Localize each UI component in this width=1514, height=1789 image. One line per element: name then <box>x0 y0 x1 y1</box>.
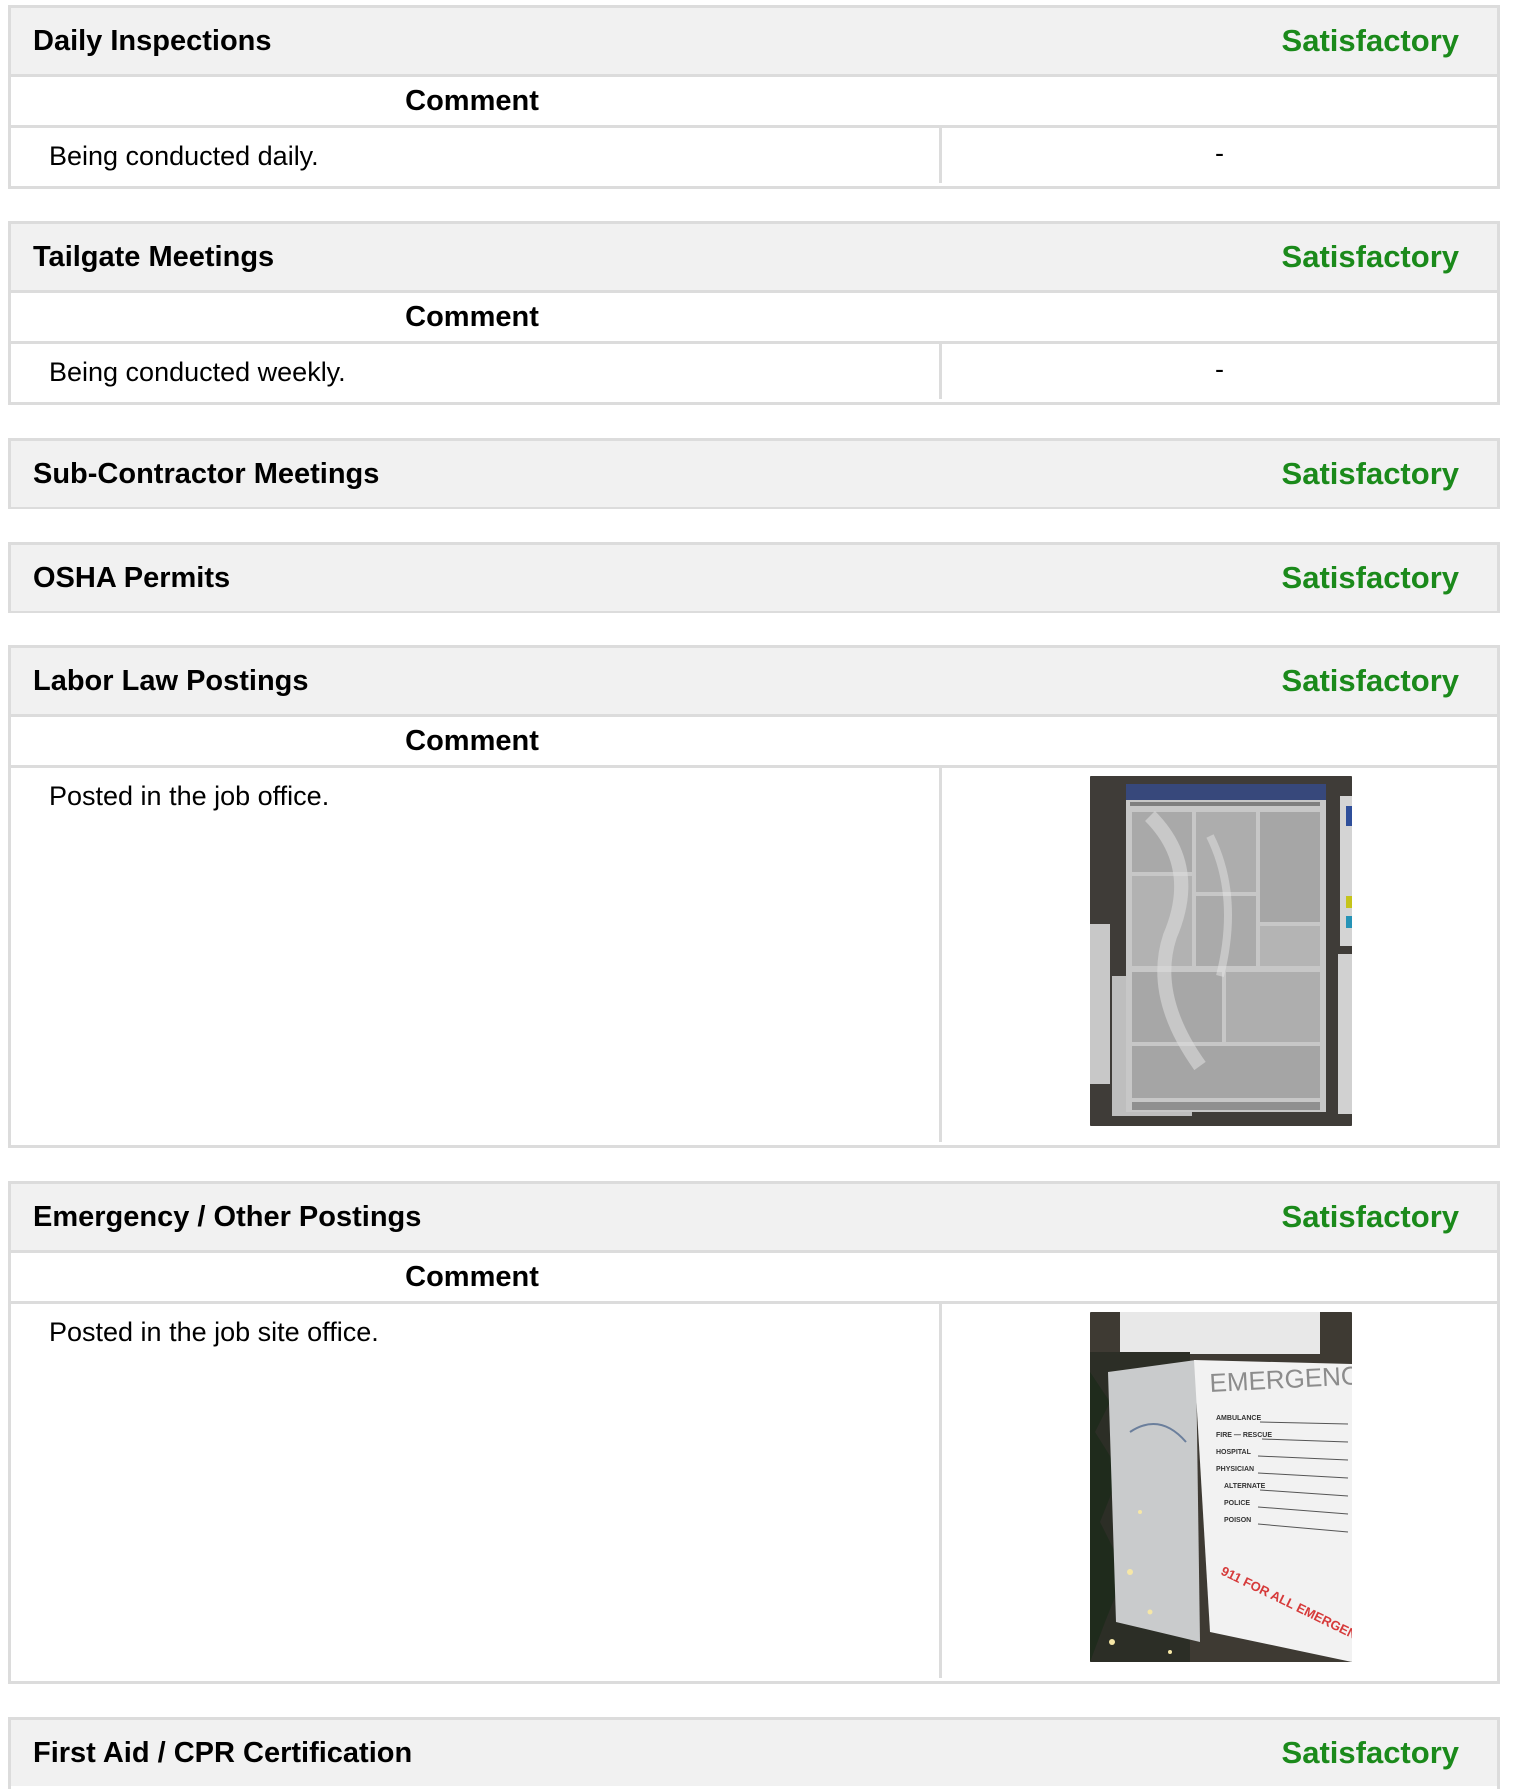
attachment-cell: - <box>942 128 1497 183</box>
comment-header-label: Comment <box>405 1260 539 1293</box>
comment-row: Posted in the job office. <box>11 768 1497 1142</box>
section-emergency-postings: Emergency / Other Postings Satisfactory … <box>8 1181 1500 1684</box>
section-sub-contractor-meetings: Sub-Contractor Meetings Satisfactory <box>8 438 1500 509</box>
status-badge: Satisfactory <box>1281 239 1459 274</box>
comment-row: Being conducted daily. - <box>11 128 1497 183</box>
status-badge: Satisfactory <box>1281 663 1459 698</box>
attachment-cell: EMERGENCY AMBULANCE FIRE — RESCUE HOSPIT… <box>942 1304 1497 1678</box>
comment-header-label: Comment <box>405 84 539 117</box>
comment-header: Comment <box>11 74 1497 128</box>
attachment-placeholder: - <box>1215 354 1224 384</box>
photo-line-text: AMBULANCE <box>1216 1415 1261 1422</box>
section-header: Labor Law Postings Satisfactory <box>11 648 1497 714</box>
status-badge: Satisfactory <box>1281 1199 1459 1234</box>
status-badge: Satisfactory <box>1281 1735 1459 1770</box>
attachment-cell: - <box>942 344 1497 399</box>
comment-header: Comment <box>11 290 1497 344</box>
photo-line-text: POLICE <box>1224 1500 1250 1507</box>
section-osha-permits: OSHA Permits Satisfactory <box>8 542 1500 613</box>
comment-row: Posted in the job site office. EMERGENCY… <box>11 1304 1497 1678</box>
comment-header: Comment <box>11 1250 1497 1304</box>
comment-row: Being conducted weekly. - <box>11 344 1497 399</box>
section-header: Tailgate Meetings Satisfactory <box>11 224 1497 290</box>
photo-line-text: FIRE — RESCUE <box>1216 1432 1272 1439</box>
section-daily-inspections: Daily Inspections Satisfactory Comment B… <box>8 5 1500 189</box>
emergency-poster-photo[interactable]: EMERGENCY AMBULANCE FIRE — RESCUE HOSPIT… <box>1090 1312 1352 1662</box>
comment-text: Being conducted daily. <box>11 128 942 183</box>
photo-line-text: HOSPITAL <box>1216 1449 1252 1456</box>
comment-header-label: Comment <box>405 300 539 333</box>
status-badge: Satisfactory <box>1281 560 1459 595</box>
comment-text: Being conducted weekly. <box>11 344 942 399</box>
section-title: First Aid / CPR Certification <box>33 1736 413 1769</box>
inspection-report: Daily Inspections Satisfactory Comment B… <box>0 0 1514 1789</box>
section-title: Emergency / Other Postings <box>33 1200 422 1233</box>
section-header: Emergency / Other Postings Satisfactory <box>11 1184 1497 1250</box>
section-first-aid-cpr: First Aid / CPR Certification Satisfacto… <box>8 1717 1500 1789</box>
comment-header-label: Comment <box>405 724 539 757</box>
attachment-placeholder: - <box>1215 138 1224 168</box>
labor-law-poster-photo[interactable] <box>1090 776 1352 1126</box>
attachment-cell <box>942 768 1497 1142</box>
photo-line-text: PHYSICIAN <box>1216 1466 1254 1473</box>
section-title: Daily Inspections <box>33 24 272 57</box>
section-tailgate-meetings: Tailgate Meetings Satisfactory Comment B… <box>8 221 1500 405</box>
section-title: Tailgate Meetings <box>33 240 275 273</box>
status-badge: Satisfactory <box>1281 23 1459 58</box>
emergency-photo-graphic: EMERGENCY AMBULANCE FIRE — RESCUE HOSPIT… <box>1090 1312 1352 1662</box>
comment-text: Posted in the job office. <box>11 768 942 1142</box>
status-badge: Satisfactory <box>1281 456 1459 491</box>
section-header: OSHA Permits Satisfactory <box>11 545 1497 611</box>
section-labor-law-postings: Labor Law Postings Satisfactory Comment … <box>8 645 1500 1148</box>
comment-header: Comment <box>11 714 1497 768</box>
section-header: First Aid / CPR Certification Satisfacto… <box>11 1720 1497 1786</box>
section-title: Sub-Contractor Meetings <box>33 457 380 490</box>
section-header: Daily Inspections Satisfactory <box>11 8 1497 74</box>
comment-text: Posted in the job site office. <box>11 1304 942 1678</box>
section-title: Labor Law Postings <box>33 664 309 697</box>
section-title: OSHA Permits <box>33 561 231 594</box>
photo-line-text: ALTERNATE <box>1224 1483 1266 1490</box>
photo-line-text: POISON <box>1224 1517 1251 1524</box>
section-header: Sub-Contractor Meetings Satisfactory <box>11 441 1497 507</box>
poster-photo-graphic <box>1090 776 1352 1126</box>
